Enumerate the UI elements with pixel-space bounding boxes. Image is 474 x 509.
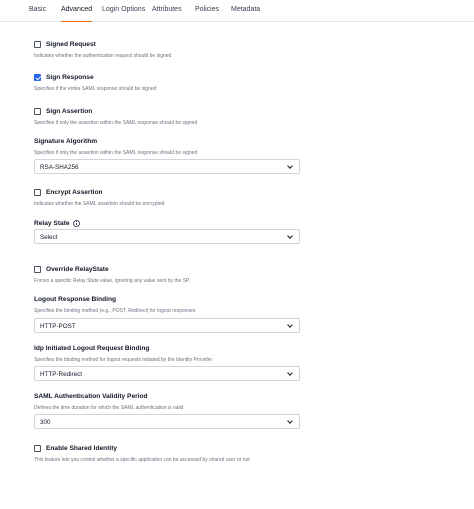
sign-assertion-label: Sign Assertion: [46, 107, 93, 115]
signature-algorithm-label: Signature Algorithm: [34, 137, 98, 145]
sign-response-field: Sign Response Specifies if the entire SA…: [34, 72, 300, 92]
relay-state-field: Relay State: [34, 218, 300, 228]
saml-validity-select[interactable]: 300: [34, 414, 300, 429]
shared-identity-checkbox[interactable]: [34, 444, 41, 452]
chevron-down-icon: [287, 163, 293, 169]
sign-response-checkbox[interactable]: [34, 73, 41, 81]
idp-logout-binding-label: Idp Initiated Logout Request Binding: [34, 344, 150, 352]
logout-response-binding-help: Specifies the binding method (e.g., POST…: [34, 308, 196, 314]
shared-identity-help: This feature lets you control whether a …: [34, 457, 250, 463]
signature-algorithm-field: Signature Algorithm Specifies if only th…: [34, 136, 300, 157]
tab-basic[interactable]: Basic: [29, 6, 46, 22]
signed-request-field: Signed Request Indicates whether the aut…: [34, 39, 300, 59]
sign-response-label: Sign Response: [46, 73, 94, 81]
override-relaystate-help: Forces a specific Relay State value, ign…: [34, 278, 191, 284]
idp-logout-binding-select[interactable]: HTTP-Redirect: [34, 366, 300, 381]
tab-login-options[interactable]: Login Options: [102, 6, 145, 22]
signed-request-label: Signed Request: [46, 40, 96, 48]
override-relaystate-label: Override RelayState: [46, 265, 109, 273]
chevron-down-icon: [287, 322, 293, 328]
signature-algorithm-select[interactable]: RSA-SHA256: [34, 159, 300, 174]
sign-assertion-field: Sign Assertion Specifies if only the ass…: [34, 106, 300, 126]
encrypt-assertion-checkbox[interactable]: [34, 188, 41, 196]
encrypt-assertion-help: Indicates whether the SAML assertion sho…: [34, 201, 165, 207]
relay-state-select[interactable]: Select: [34, 229, 300, 244]
logout-response-binding-label: Logout Response Binding: [34, 295, 117, 303]
tab-metadata[interactable]: Metadata: [231, 6, 260, 22]
idp-logout-binding-value: HTTP-Redirect: [40, 370, 82, 378]
tab-attributes[interactable]: Attributes: [152, 6, 182, 22]
sign-assertion-checkbox[interactable]: [34, 107, 41, 115]
info-icon[interactable]: [72, 219, 80, 227]
saml-validity-field: SAML Authentication Validity Period Defi…: [34, 391, 300, 412]
tab-bar: Basic Advanced Login Options Attributes …: [0, 0, 474, 22]
shared-identity-field: Enable Shared Identity This feature lets…: [34, 443, 300, 463]
encrypt-assertion-label: Encrypt Assertion: [46, 188, 103, 196]
relay-state-label: Relay State: [34, 219, 70, 227]
sign-response-help: Specifies if the entire SAML response sh…: [34, 86, 157, 92]
saml-validity-label: SAML Authentication Validity Period: [34, 392, 148, 400]
override-relaystate-field: Override RelayState Forces a specific Re…: [34, 264, 300, 284]
relay-state-value: Select: [40, 233, 58, 241]
signed-request-checkbox[interactable]: [34, 40, 41, 48]
logout-response-binding-value: HTTP-POST: [40, 322, 76, 330]
logout-response-binding-field: Logout Response Binding Specifies the bi…: [34, 294, 300, 315]
saml-validity-value: 300: [40, 418, 51, 426]
idp-logout-binding-help: Specifies the binding method for logout …: [34, 357, 213, 363]
saml-validity-help: Defines the time duration for which the …: [34, 405, 184, 411]
tab-policies[interactable]: Policies: [195, 6, 219, 22]
chevron-down-icon: [287, 418, 293, 424]
shared-identity-label: Enable Shared Identity: [46, 444, 118, 452]
encrypt-assertion-field: Encrypt Assertion Indicates whether the …: [34, 187, 300, 207]
signature-algorithm-value: RSA-SHA256: [40, 163, 79, 171]
chevron-down-icon: [287, 233, 293, 239]
override-relaystate-checkbox[interactable]: [34, 265, 41, 273]
signed-request-help: Indicates whether the authentication req…: [34, 53, 172, 59]
sign-assertion-help: Specifies if only the assertion within t…: [34, 120, 198, 126]
chevron-down-icon: [287, 370, 293, 376]
signature-algorithm-help: Specifies if only the assertion within t…: [34, 150, 198, 156]
tab-advanced[interactable]: Advanced: [61, 6, 93, 22]
idp-logout-binding-field: Idp Initiated Logout Request Binding Spe…: [34, 343, 300, 364]
logout-response-binding-select[interactable]: HTTP-POST: [34, 318, 300, 333]
